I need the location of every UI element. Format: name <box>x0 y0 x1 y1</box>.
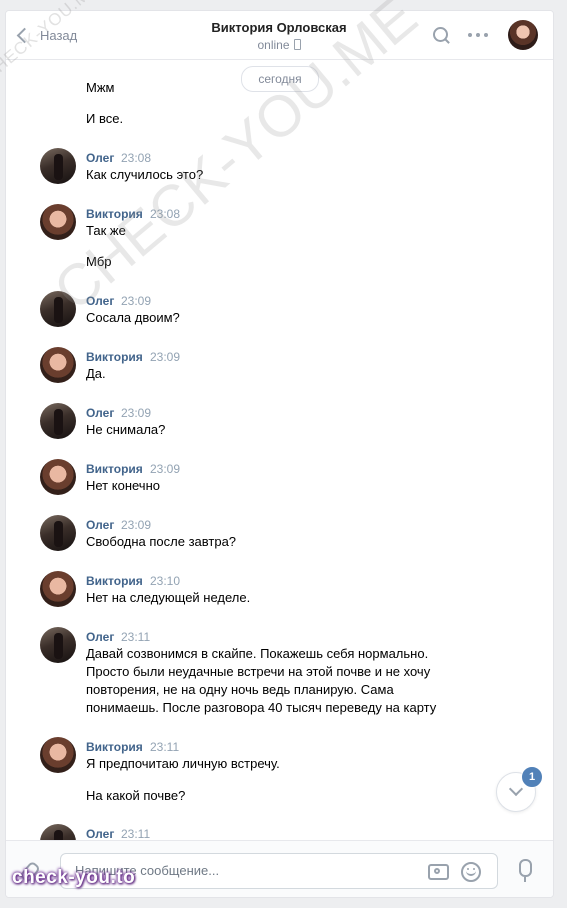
message-text: На какой почве? <box>86 788 186 803</box>
online-status-text: online <box>257 38 290 52</box>
message-text: Свободна после завтра? <box>86 534 237 549</box>
avatar[interactable] <box>40 627 76 663</box>
message-time[interactable]: 23:08 <box>121 151 151 165</box>
message-text: Да. <box>86 366 106 381</box>
message-time[interactable]: 23:09 <box>121 518 151 532</box>
message-text: Так же <box>86 223 126 238</box>
message-time[interactable]: 23:10 <box>150 574 180 588</box>
message-text: Не снимала? <box>86 422 166 437</box>
message-text: Как случилось это? <box>86 167 204 182</box>
contact-avatar[interactable] <box>508 20 538 50</box>
avatar[interactable] <box>40 459 76 495</box>
author-name[interactable]: Виктория <box>86 350 143 364</box>
avatar[interactable] <box>40 515 76 551</box>
mobile-phone-icon <box>293 39 301 50</box>
online-status: online <box>166 38 392 52</box>
avatar[interactable] <box>40 571 76 607</box>
author-name[interactable]: Виктория <box>86 207 143 221</box>
avatar[interactable] <box>40 148 76 184</box>
author-name[interactable]: Олег <box>86 151 114 165</box>
search-icon[interactable] <box>433 27 448 42</box>
chat-title[interactable]: Виктория Орловская <box>166 20 392 35</box>
message-text: Мжм <box>86 80 115 95</box>
microphone-icon[interactable] <box>519 859 532 882</box>
avatar[interactable] <box>40 347 76 383</box>
message-time[interactable]: 23:09 <box>150 350 180 364</box>
chevron-down-icon <box>508 781 524 797</box>
message-text: Просто были неудачные встречи на этой по… <box>86 664 431 679</box>
message-text: Сосала двоим? <box>86 310 180 325</box>
back-label: Назад <box>40 27 78 43</box>
avatar[interactable] <box>40 204 76 240</box>
avatar[interactable] <box>40 403 76 439</box>
author-name[interactable]: Олег <box>86 406 114 420</box>
message-time[interactable]: 23:11 <box>121 827 150 841</box>
message-text: Я предпочитаю личную встречу. <box>86 756 280 771</box>
chat-panel: Назад Виктория Орловская online сегодня … <box>5 10 554 898</box>
unread-count-badge: 1 <box>521 766 543 788</box>
emoji-icon[interactable] <box>461 862 481 882</box>
message-text: Мбр <box>86 254 112 269</box>
message-text: Нет на следующей неделе. <box>86 590 251 605</box>
chevron-left-icon <box>16 27 33 43</box>
chat-header: Назад Виктория Орловская online <box>6 11 553 60</box>
watermark-corner: check-you.to <box>12 867 136 888</box>
message-time[interactable]: 23:08 <box>150 207 180 221</box>
avatar[interactable] <box>40 291 76 327</box>
message-time[interactable]: 23:09 <box>121 294 151 308</box>
message-text: понимаешь. После разговора 40 тысяч пере… <box>86 700 437 715</box>
message-text: Давай созвонимся в скайпе. Покажешь себя… <box>86 646 429 661</box>
date-divider: сегодня <box>241 66 319 92</box>
author-name[interactable]: Виктория <box>86 574 143 588</box>
author-name[interactable]: Олег <box>86 294 114 308</box>
message-text: Нет конечно <box>86 478 160 493</box>
message-text: И все. <box>86 111 124 126</box>
author-name[interactable]: Виктория <box>86 740 143 754</box>
camera-icon[interactable] <box>428 864 449 880</box>
back-button[interactable]: Назад <box>16 25 77 45</box>
author-name[interactable]: Олег <box>86 518 114 532</box>
message-time[interactable]: 23:09 <box>121 406 151 420</box>
message-text: повторения, не на одну ночь ведь планиру… <box>86 682 394 697</box>
message-time[interactable]: 23:09 <box>150 462 180 476</box>
author-name[interactable]: Виктория <box>86 462 143 476</box>
message-time[interactable]: 23:11 <box>121 630 150 644</box>
more-options-icon[interactable] <box>468 33 488 37</box>
author-name[interactable]: Олег <box>86 630 114 644</box>
author-name[interactable]: Олег <box>86 827 114 841</box>
avatar[interactable] <box>40 737 76 773</box>
message-time[interactable]: 23:11 <box>150 740 179 754</box>
